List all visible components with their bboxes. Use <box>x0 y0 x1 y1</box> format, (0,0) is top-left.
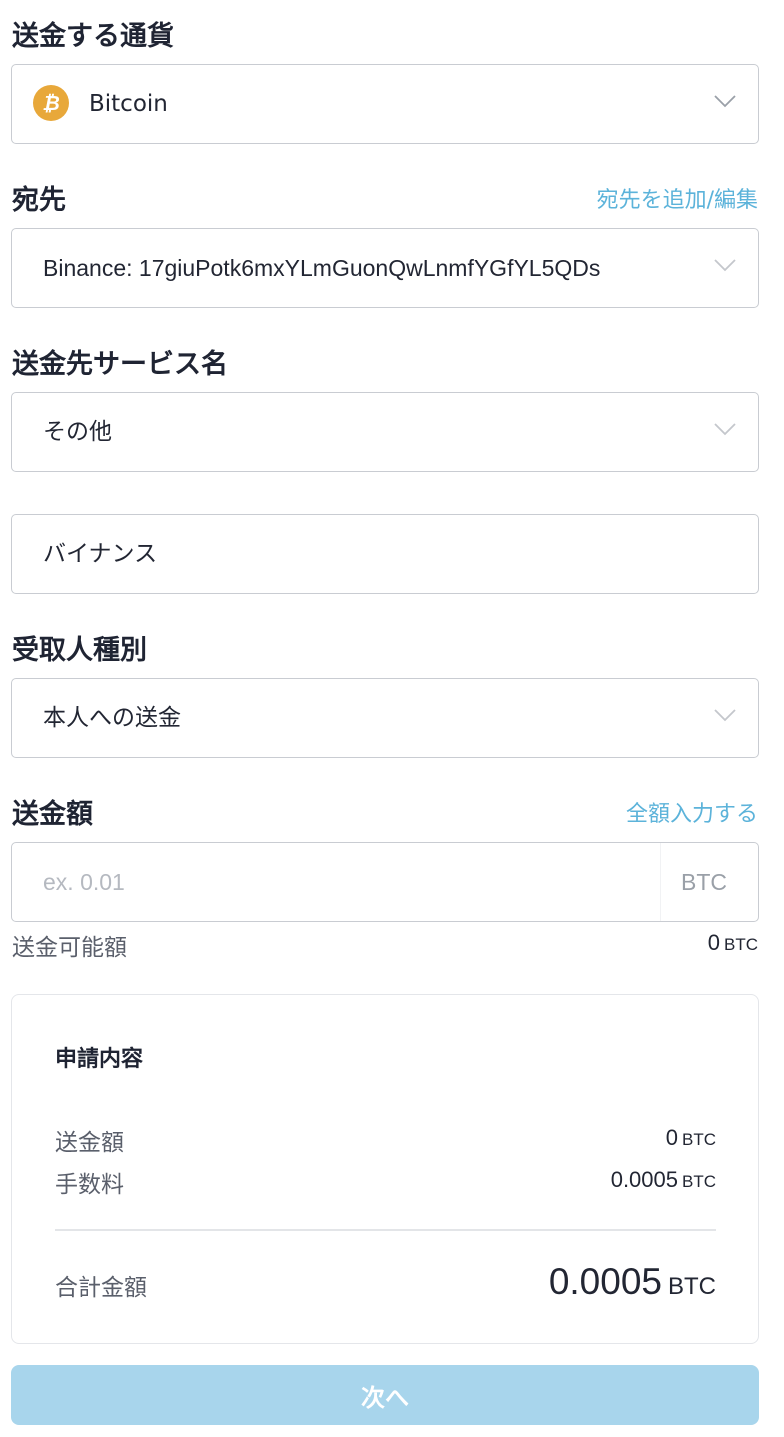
available-value: 0 BTC <box>708 930 758 956</box>
edit-destination-link[interactable]: 宛先を追加/編集 <box>597 182 758 214</box>
destination-label: 宛先 <box>12 185 66 216</box>
summary-title: 申請内容 <box>55 1047 144 1072</box>
service-select[interactable]: その他 <box>11 392 759 472</box>
summary-amount-unit: BTC <box>682 1130 716 1149</box>
summary-fee-unit: BTC <box>682 1172 716 1191</box>
service-selected: その他 <box>43 419 112 445</box>
total-unit: BTC <box>668 1273 716 1300</box>
chevron-down-icon <box>714 93 736 113</box>
available-label: 送金可能額 <box>12 935 127 961</box>
amount-field: BTC <box>11 842 759 922</box>
currency-selected: Bitcoin <box>89 91 168 117</box>
service-name-value: バイナンス <box>43 541 158 567</box>
available-unit: BTC <box>724 935 758 954</box>
summary-fee-label: 手数料 <box>55 1172 124 1198</box>
chevron-down-icon <box>714 257 736 277</box>
currency-select[interactable]: ₿ Bitcoin <box>11 64 759 144</box>
chevron-down-icon <box>714 707 736 727</box>
amount-input[interactable] <box>12 843 660 921</box>
amount-label: 送金額 <box>12 799 93 830</box>
fill-all-link[interactable]: 全額入力する <box>626 796 758 828</box>
total-number: 0.0005 <box>548 1261 662 1302</box>
service-label: 送金先サービス名 <box>12 349 228 380</box>
summary-amount-label: 送金額 <box>55 1130 124 1156</box>
summary-card: 申請内容 送金額 0 BTC 手数料 0.0005 BTC 合計金額 0.0005 B… <box>11 994 759 1344</box>
total-value: 0.0005 BTC <box>549 1261 716 1303</box>
unit-divider <box>660 843 661 921</box>
summary-fee-number: 0.0005 <box>610 1167 678 1192</box>
bitcoin-icon: ₿ <box>33 85 69 121</box>
summary-fee-value: 0.0005 BTC <box>611 1167 716 1193</box>
currency-label: 送金する通貨 <box>12 21 174 52</box>
recipient-type-selected: 本人への送金 <box>43 705 181 731</box>
chevron-down-icon <box>714 421 736 441</box>
total-label: 合計金額 <box>55 1275 147 1301</box>
amount-unit: BTC <box>681 869 727 895</box>
available-amount: 0 <box>707 930 720 955</box>
service-name-input[interactable]: バイナンス <box>11 514 759 594</box>
next-button[interactable]: 次へ <box>11 1365 759 1425</box>
destination-select[interactable]: Binance: 17giuPotk6mxYLmGuonQwLnmfYGfYL5… <box>11 228 759 308</box>
summary-amount-value: 0 BTC <box>666 1125 716 1151</box>
summary-divider <box>55 1229 716 1231</box>
summary-amount-number: 0 <box>665 1125 678 1150</box>
recipient-type-label: 受取人種別 <box>12 635 147 666</box>
destination-selected: Binance: 17giuPotk6mxYLmGuonQwLnmfYGfYL5… <box>43 255 601 281</box>
recipient-type-select[interactable]: 本人への送金 <box>11 678 759 758</box>
